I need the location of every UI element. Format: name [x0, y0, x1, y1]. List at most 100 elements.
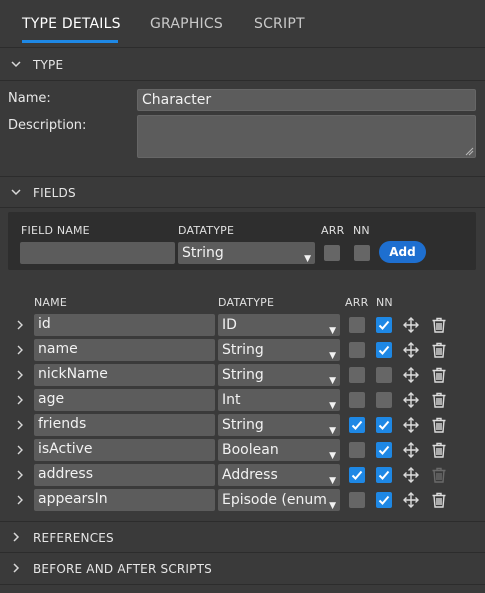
field-nn-checkbox[interactable] [376, 467, 392, 483]
trash-icon[interactable] [430, 441, 448, 459]
move-icon[interactable] [402, 491, 420, 509]
field-nn-checkbox[interactable] [376, 367, 392, 383]
name-label: Name: [8, 91, 51, 106]
scripts-section-header[interactable]: BEFORE AND AFTER SCRIPTS [0, 553, 485, 585]
name-column-header: NAME [34, 296, 67, 309]
trash-icon[interactable] [430, 491, 448, 509]
field-datatype-value: String [222, 367, 264, 383]
field-datatype-value: Address [222, 467, 278, 483]
trash-icon[interactable] [430, 366, 448, 384]
field-name-input[interactable]: age [34, 389, 215, 411]
move-icon[interactable] [402, 341, 420, 359]
field-datatype-value: String [222, 417, 264, 433]
fields-section-header[interactable]: FIELDS [0, 176, 485, 208]
field-name-input[interactable]: isActive [34, 439, 215, 461]
field-nn-checkbox[interactable] [376, 342, 392, 358]
move-icon[interactable] [402, 316, 420, 334]
field-datatype-value: ID [222, 317, 237, 333]
field-nn-checkbox[interactable] [376, 392, 392, 408]
move-icon[interactable] [402, 391, 420, 409]
trash-icon[interactable] [430, 416, 448, 434]
field-arr-checkbox[interactable] [349, 392, 365, 408]
active-tab-indicator [22, 40, 118, 43]
chevron-right-icon[interactable] [14, 319, 26, 331]
chevron-right-icon[interactable] [14, 344, 26, 356]
new-field-datatype-value: String [182, 245, 224, 261]
description-textarea[interactable] [137, 115, 476, 158]
field-nn-checkbox[interactable] [376, 492, 392, 508]
name-input[interactable]: Character [137, 89, 476, 111]
field-arr-checkbox[interactable] [349, 342, 365, 358]
field-datatype-select[interactable]: String ▼ [218, 414, 340, 436]
datatype-header: DATATYPE [178, 224, 235, 237]
new-field-name-input[interactable] [20, 242, 175, 264]
field-datatype-select[interactable]: ID ▼ [218, 314, 340, 336]
scripts-section-title: BEFORE AND AFTER SCRIPTS [33, 562, 212, 576]
field-arr-checkbox[interactable] [349, 492, 365, 508]
dropdown-arrow-icon: ▼ [329, 326, 336, 336]
nn-header: NN [353, 224, 370, 237]
new-field-nn-checkbox[interactable] [354, 245, 370, 261]
field-name-input[interactable]: nickName [34, 364, 215, 386]
type-section-header[interactable]: TYPE [0, 49, 485, 81]
move-icon[interactable] [402, 466, 420, 484]
dropdown-arrow-icon: ▼ [329, 501, 336, 511]
dropdown-arrow-icon: ▼ [329, 426, 336, 436]
trash-icon[interactable] [430, 391, 448, 409]
trash-icon[interactable] [430, 341, 448, 359]
move-icon[interactable] [402, 416, 420, 434]
dropdown-arrow-icon: ▼ [329, 376, 336, 386]
field-datatype-select[interactable]: String ▼ [218, 339, 340, 361]
chevron-right-icon[interactable] [14, 494, 26, 506]
field-datatype-value: Boolean [222, 442, 279, 458]
resize-handle-icon[interactable] [464, 146, 474, 156]
field-datatype-select[interactable]: Address ▼ [218, 464, 340, 486]
chevron-right-icon[interactable] [14, 394, 26, 406]
tab-bar: TYPE DETAILS GRAPHICS SCRIPT [0, 0, 485, 48]
field-name-input[interactable]: id [34, 314, 215, 336]
chevron-right-icon[interactable] [14, 369, 26, 381]
field-datatype-select[interactable]: Int ▼ [218, 389, 340, 411]
trash-icon[interactable] [430, 466, 448, 484]
field-datatype-select[interactable]: Episode (enum) ▼ [218, 489, 340, 511]
chevron-right-icon [13, 532, 20, 542]
tab-type-details[interactable]: TYPE DETAILS [22, 16, 121, 32]
field-datatype-select[interactable]: String ▼ [218, 364, 340, 386]
move-icon[interactable] [402, 366, 420, 384]
field-arr-checkbox[interactable] [349, 417, 365, 433]
dropdown-arrow-icon: ▼ [304, 254, 311, 264]
field-nn-checkbox[interactable] [376, 417, 392, 433]
field-nn-checkbox[interactable] [376, 317, 392, 333]
trash-icon[interactable] [430, 316, 448, 334]
field-datatype-select[interactable]: Boolean ▼ [218, 439, 340, 461]
references-section-header[interactable]: REFERENCES [0, 521, 485, 553]
field-name-input[interactable]: friends [34, 414, 215, 436]
dropdown-arrow-icon: ▼ [329, 401, 336, 411]
tab-script[interactable]: SCRIPT [254, 16, 305, 32]
field-arr-checkbox[interactable] [349, 367, 365, 383]
references-section-title: REFERENCES [33, 531, 114, 545]
field-arr-checkbox[interactable] [349, 317, 365, 333]
field-arr-checkbox[interactable] [349, 442, 365, 458]
tab-graphics[interactable]: GRAPHICS [150, 16, 223, 32]
field-arr-checkbox[interactable] [349, 467, 365, 483]
new-field-arr-checkbox[interactable] [324, 245, 340, 261]
add-field-button[interactable]: Add [379, 241, 426, 263]
chevron-right-icon[interactable] [14, 469, 26, 481]
dropdown-arrow-icon: ▼ [329, 351, 336, 361]
field-name-input[interactable]: address [34, 464, 215, 486]
field-name-input[interactable]: appearsIn [34, 489, 215, 511]
arr-column-header: ARR [345, 296, 369, 309]
chevron-down-icon [11, 189, 21, 196]
chevron-right-icon[interactable] [14, 444, 26, 456]
field-datatype-value: Int [222, 392, 241, 408]
field-datatype-value: String [222, 342, 264, 358]
arr-header: ARR [321, 224, 345, 237]
move-icon[interactable] [402, 441, 420, 459]
new-field-datatype-select[interactable]: String ▼ [178, 242, 315, 264]
chevron-right-icon[interactable] [14, 419, 26, 431]
dropdown-arrow-icon: ▼ [329, 476, 336, 486]
field-name-input[interactable]: name [34, 339, 215, 361]
field-nn-checkbox[interactable] [376, 442, 392, 458]
chevron-right-icon [13, 563, 20, 573]
